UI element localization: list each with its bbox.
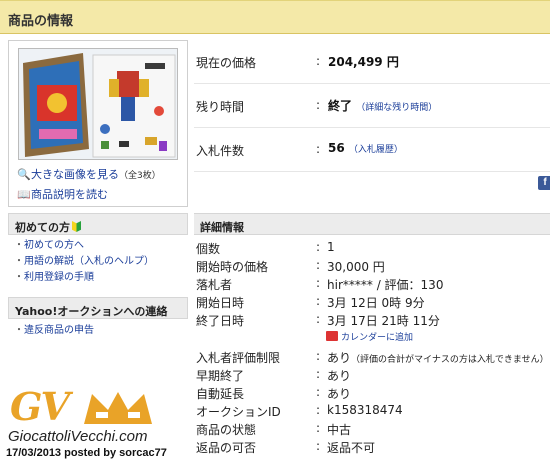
report-violation-link[interactable]: 違反商品の申告 — [24, 325, 94, 336]
remaining-time-value: 終了 （詳細な残り時間） — [328, 97, 437, 114]
product-image-box: 🔍大きな画像を見る（全3枚） 📖商品説明を読む — [8, 40, 188, 207]
view-large-image-text[interactable]: 大きな画像を見る — [31, 168, 119, 181]
separator: : — [316, 349, 321, 363]
read-description-text[interactable]: 商品説明を読む — [31, 188, 108, 201]
contact-links: 違反商品の申告 — [14, 323, 184, 339]
detail-row: 返品の可否: 返品不可 — [196, 439, 550, 456]
calendar-icon — [326, 331, 338, 341]
separator: : — [316, 294, 321, 308]
magnifier-icon: 🔍 — [17, 168, 31, 181]
detail-label: 開始日時 — [196, 296, 245, 310]
separator: : — [316, 240, 321, 254]
separator: : — [316, 54, 321, 68]
remaining-time-row: 残り時間 : 終了 （詳細な残り時間） — [194, 84, 550, 128]
separator: : — [316, 385, 321, 399]
read-description-link[interactable]: 📖商品説明を読む — [17, 186, 108, 202]
detail-label: 個数 — [196, 242, 221, 256]
beginner-mark-icon — [72, 221, 81, 232]
add-to-calendar-text[interactable]: カレンダーに追加 — [341, 333, 413, 343]
detail-label: 開始時の価格 — [196, 260, 269, 274]
beginner-title: 初めての方 — [15, 221, 70, 234]
watermark-logo: GV — [10, 384, 70, 429]
add-to-calendar-link[interactable]: カレンダーに追加 — [326, 330, 413, 343]
remaining-time-status: 終了 — [328, 99, 353, 113]
detail-value: あり — [327, 387, 352, 401]
detail-label: 商品の状態 — [196, 423, 257, 437]
beginner-links: 初めての方へ 用語の解説（入札のヘルプ） 利用登録の手順 — [14, 238, 184, 286]
detail-row: 早期終了: あり — [196, 367, 550, 384]
detail-row: 入札者評価制限: あり（評価の合計がマイナスの方は入札できません） — [196, 349, 550, 366]
separator: : — [316, 312, 321, 326]
detail-label: 早期終了 — [196, 369, 245, 383]
crown-logo-icon — [84, 392, 152, 424]
view-large-image-link[interactable]: 🔍大きな画像を見る（全3枚） — [17, 166, 161, 182]
detail-value: あり — [327, 369, 352, 383]
details-header: 詳細情報 — [194, 213, 550, 235]
winner-value[interactable]: hir***** / 評価：130 — [327, 276, 443, 293]
contact-section-header: Yahoo!オークションへの連絡 — [8, 297, 188, 319]
detail-row: 開始日時:3月 12日 0時 9分 — [196, 294, 550, 311]
contact-title: Yahoo!オークションへの連絡 — [15, 305, 168, 318]
detail-value: 3月 17日 21時 11分 — [327, 314, 440, 328]
bid-count-label: 入札件数 — [196, 144, 245, 158]
separator: : — [316, 276, 321, 290]
registration-link[interactable]: 利用登録の手順 — [24, 272, 94, 283]
remaining-time-label: 残り時間 — [196, 100, 245, 114]
separator: : — [316, 142, 321, 156]
book-icon: 📖 — [17, 188, 31, 201]
details-title: 詳細情報 — [200, 221, 244, 234]
detail-row: オークションID: k158318474 — [196, 403, 550, 420]
detail-label: 返品の可否 — [196, 441, 257, 455]
detail-row: 落札者: hir***** / 評価：130 — [196, 276, 550, 293]
watermark-site: GiocattoliVecchi.com — [8, 428, 148, 445]
separator: : — [316, 98, 321, 112]
beginner-section-header: 初めての方 — [8, 213, 188, 235]
bid-history-link[interactable]: （入札履歴） — [349, 145, 403, 155]
product-thumbnail[interactable] — [18, 48, 178, 160]
current-price-value: 204,499 円 — [328, 55, 399, 69]
detail-value: 30,000 円 — [327, 260, 385, 274]
separator: : — [316, 421, 321, 435]
list-item[interactable]: 用語の解説（入札のヘルプ） — [14, 254, 184, 270]
detail-row: 個数:1 — [196, 240, 550, 257]
bid-restriction-value: あり — [327, 351, 352, 365]
bid-count-value: 56 （入札履歴） — [328, 141, 403, 155]
image-count: （全3枚） — [119, 171, 161, 181]
detail-label: 落札者 — [196, 278, 233, 292]
bid-count-row: 入札件数 : 56 （入札履歴） — [194, 128, 550, 172]
list-item[interactable]: 初めての方へ — [14, 238, 184, 254]
bid-count-number: 56 — [328, 141, 345, 155]
detail-value: 3月 12日 0時 9分 — [327, 296, 425, 310]
separator: : — [316, 439, 321, 453]
detail-row: 自動延長: あり — [196, 385, 550, 402]
detail-row: 開始時の価格:30,000 円 — [196, 258, 550, 275]
glossary-link[interactable]: 用語の解説（入札のヘルプ） — [24, 256, 154, 267]
list-item[interactable]: 利用登録の手順 — [14, 270, 184, 286]
watermark-posted: 17/03/2013 posted by sorcac77 — [6, 447, 167, 459]
current-price-row: 現在の価格 : 204,499 円 — [194, 40, 550, 84]
detail-value: 1 — [327, 240, 335, 254]
detail-value: k158318474 — [327, 403, 403, 417]
facebook-icon[interactable]: f — [538, 176, 550, 190]
detail-value: あり（評価の合計がマイナスの方は入札できません） — [327, 349, 549, 366]
detail-label: 終了日時 — [196, 314, 245, 328]
detail-label: オークションID — [196, 405, 281, 419]
remaining-time-detail-link[interactable]: （詳細な残り時間） — [356, 103, 437, 113]
detail-row: 終了日時:3月 17日 21時 11分 — [196, 312, 550, 329]
detail-label: 自動延長 — [196, 387, 245, 401]
separator: : — [316, 403, 321, 417]
current-price-label: 現在の価格 — [196, 56, 257, 70]
detail-value: 中古 — [327, 423, 352, 437]
section-title: 商品の情報 — [8, 14, 74, 29]
bid-restriction-note: （評価の合計がマイナスの方は入札できません） — [351, 355, 549, 365]
section-header: 商品の情報 — [0, 0, 550, 34]
beginner-guide-link[interactable]: 初めての方へ — [24, 240, 84, 251]
detail-label: 入札者評価制限 — [196, 351, 281, 365]
separator: : — [316, 367, 321, 381]
separator: : — [316, 258, 321, 272]
detail-row: 商品の状態: 中古 — [196, 421, 550, 438]
list-item[interactable]: 違反商品の申告 — [14, 323, 184, 339]
detail-value: 返品不可 — [327, 441, 376, 455]
